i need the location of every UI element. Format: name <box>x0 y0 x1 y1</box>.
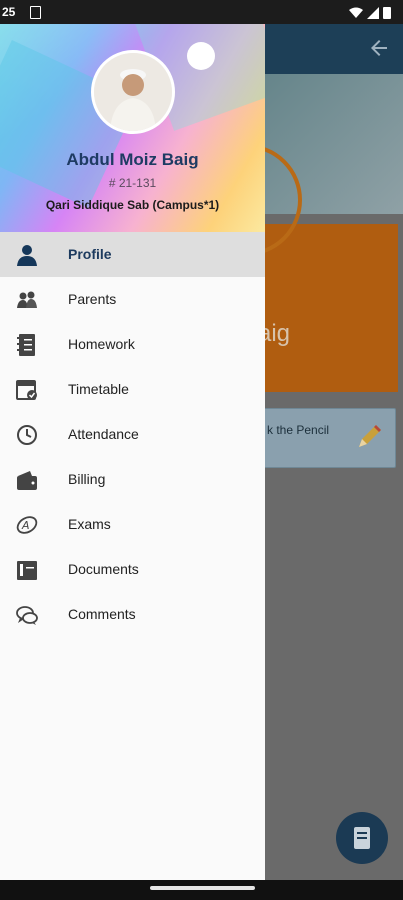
status-time: 25 <box>2 5 16 19</box>
notebook-icon <box>17 334 35 356</box>
edit-hint-card[interactable]: k the Pencil <box>262 408 396 468</box>
wifi-icon <box>349 7 363 18</box>
signal-icon <box>367 6 379 19</box>
drawer-header: Abdul Moiz Baig # 21-131 Qari Siddique S… <box>0 24 265 232</box>
menu-label: Exams <box>68 516 111 532</box>
menu-label: Comments <box>68 606 136 622</box>
menu-item-timetable[interactable]: Timetable <box>0 367 265 412</box>
exam-icon: A <box>16 516 38 534</box>
status-icons <box>349 6 391 19</box>
menu-item-profile[interactable]: Profile <box>0 232 265 277</box>
pencil-icon[interactable] <box>353 421 385 453</box>
campus-name: Qari Siddique Sab (Campus*1) <box>45 198 220 212</box>
menu-label: Attendance <box>68 426 139 442</box>
battery-icon <box>383 7 391 19</box>
menu-label: Billing <box>68 471 106 487</box>
menu-label: Parents <box>68 291 117 307</box>
chat-icon <box>16 606 38 625</box>
clock-icon <box>17 425 37 445</box>
system-nav-bar <box>0 880 403 900</box>
menu-label: Timetable <box>68 381 129 397</box>
parents-icon <box>17 291 37 308</box>
status-bar: 25 <box>0 0 403 24</box>
drawer-toggle[interactable] <box>187 42 215 70</box>
menu-item-comments[interactable]: Comments <box>0 592 265 637</box>
drawer-menu: Profile Parents Homework Timetable Atten… <box>0 232 265 637</box>
home-gesture-bar[interactable] <box>150 886 255 890</box>
menu-item-exams[interactable]: A Exams <box>0 502 265 547</box>
calendar-check-icon <box>16 380 37 400</box>
student-photo <box>94 53 172 131</box>
menu-item-documents[interactable]: Documents <box>0 547 265 592</box>
menu-label: Documents <box>68 561 139 577</box>
person-icon <box>17 245 37 266</box>
back-arrow-icon[interactable] <box>367 36 391 60</box>
student-id: # 21-131 <box>108 176 157 190</box>
notification-icon <box>30 6 41 19</box>
notebook-fab[interactable] <box>336 812 388 864</box>
edit-hint-text: k the Pencil <box>267 423 330 437</box>
menu-label: Homework <box>68 336 135 352</box>
student-avatar[interactable] <box>91 50 175 134</box>
wallet-icon <box>17 471 37 490</box>
menu-label: Profile <box>68 246 112 262</box>
navigation-drawer: Abdul Moiz Baig # 21-131 Qari Siddique S… <box>0 24 265 880</box>
student-name: Abdul Moiz Baig <box>66 150 199 169</box>
menu-item-billing[interactable]: Billing <box>0 457 265 502</box>
menu-item-attendance[interactable]: Attendance <box>0 412 265 457</box>
menu-item-parents[interactable]: Parents <box>0 277 265 322</box>
menu-item-homework[interactable]: Homework <box>0 322 265 367</box>
svg-text:A: A <box>21 519 30 532</box>
folder-icon <box>17 561 37 580</box>
notebook-icon <box>354 827 370 849</box>
